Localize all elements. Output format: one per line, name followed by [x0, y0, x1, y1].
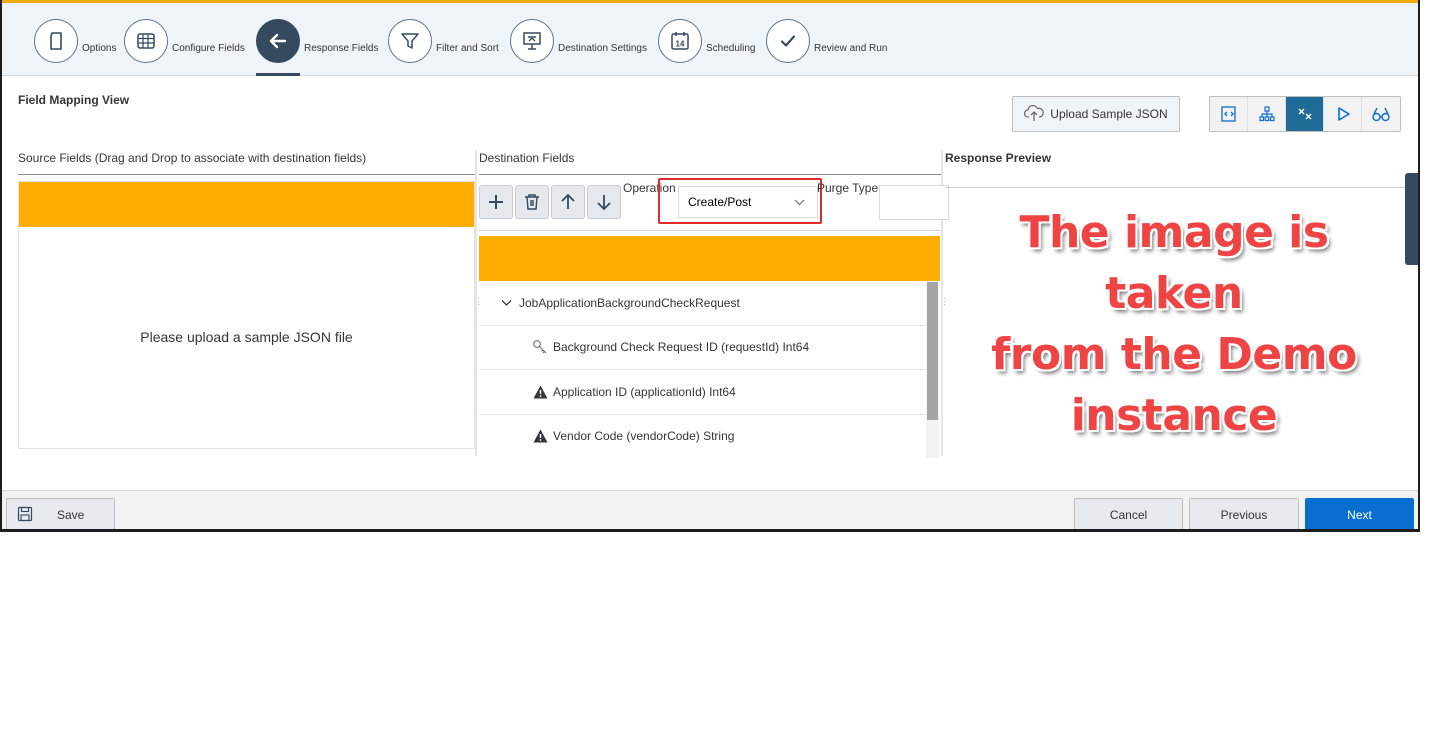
destination-header-divider [479, 174, 941, 175]
next-button[interactable]: Next [1305, 498, 1414, 529]
warning-icon [531, 429, 549, 443]
wizard-step-label: Options [82, 42, 117, 54]
upload-sample-json-button[interactable]: Upload Sample JSON [1012, 96, 1180, 132]
watermark-text: The image is taken from the Demo instanc… [946, 202, 1402, 446]
wizard-step-response-fields[interactable]: Response Fields [256, 16, 378, 66]
response-header-divider [945, 187, 1415, 188]
filter-icon [388, 19, 432, 63]
wizard-step-label: Review and Run [814, 42, 888, 54]
table-grid-icon [124, 19, 168, 63]
side-panel-tab[interactable] [1405, 173, 1418, 265]
destination-fields-header: Destination Fields [479, 151, 575, 165]
tree-node[interactable]: JobApplicationBackgroundCheckRequest [479, 281, 926, 326]
delete-icon[interactable] [515, 185, 549, 219]
chevron-down-icon[interactable] [497, 297, 515, 308]
checkmark-icon [766, 19, 810, 63]
wizard-step-scheduling[interactable]: 14 Scheduling [658, 16, 755, 66]
purge-type-select[interactable] [879, 185, 949, 220]
presentation-icon [510, 19, 554, 63]
active-step-indicator [256, 73, 300, 76]
source-fields-panel[interactable]: Please upload a sample JSON file [18, 181, 475, 449]
tree-node[interactable]: Background Check Request ID (requestId) … [479, 326, 926, 370]
cancel-button[interactable]: Cancel [1074, 498, 1183, 529]
save-icon [17, 506, 33, 525]
wizard-step-label: Response Fields [304, 42, 379, 54]
tree-node[interactable]: Vendor Code (vendorCode) String [479, 415, 926, 459]
toolbar-divider [479, 230, 941, 231]
source-fields-header: Source Fields (Drag and Drop to associat… [18, 151, 367, 165]
highlight-box [658, 178, 822, 224]
wizard-step-label: Scheduling [706, 42, 756, 54]
wizard-step-options[interactable]: Options [34, 16, 116, 66]
save-label: Save [57, 508, 85, 522]
wizard-step-label: Destination Settings [558, 42, 647, 54]
code-view-icon[interactable] [1210, 97, 1248, 131]
scrollbar-thumb[interactable] [927, 282, 938, 420]
move-up-icon[interactable] [551, 185, 585, 219]
tree-node-label: Vendor Code (vendorCode) String [553, 429, 735, 444]
run-icon[interactable] [1324, 97, 1362, 131]
calendar-icon: 14 [658, 19, 702, 63]
watermark-line: instance [1070, 390, 1278, 441]
document-icon [34, 19, 78, 63]
calendar-day: 14 [676, 40, 685, 49]
wizard-step-configure-fields[interactable]: Configure Fields [124, 16, 245, 66]
wizard-step-filter-sort[interactable]: Filter and Sort [388, 16, 499, 66]
view-mode-toggle [1209, 96, 1401, 132]
preview-icon[interactable] [1362, 97, 1400, 131]
response-preview-header: Response Preview [945, 151, 1052, 165]
tree-node[interactable]: Application ID (applicationId) Int64 [479, 370, 926, 415]
watermark-line: The image is taken [1019, 207, 1329, 319]
destination-fields-panel: JobApplicationBackgroundCheckRequest Bac… [479, 236, 940, 458]
destination-panel-header [479, 236, 940, 281]
move-down-icon[interactable] [587, 185, 621, 219]
wizard-bar: Options Configure Fields Response Fields… [2, 3, 1418, 76]
save-button[interactable]: Save [6, 498, 115, 529]
empty-state-message: Please upload a sample JSON file [140, 329, 353, 345]
arrow-left-icon [256, 19, 300, 63]
wizard-step-label: Filter and Sort [436, 42, 499, 54]
purge-type-label: Purge Type [817, 181, 879, 195]
tree-node-label: JobApplicationBackgroundCheckRequest [519, 295, 740, 310]
watermark-line: from the Demo [991, 329, 1357, 380]
page-title: Field Mapping View [18, 93, 130, 107]
mapping-icon[interactable] [1286, 97, 1324, 131]
footer-bar: Save Cancel Previous Next [2, 490, 1418, 529]
tree-node-label: Background Check Request ID (requestId) … [553, 340, 810, 355]
key-icon [531, 339, 549, 355]
source-panel-header [19, 182, 474, 227]
wizard-step-destination-settings[interactable]: Destination Settings [510, 16, 647, 66]
previous-button[interactable]: Previous [1189, 498, 1299, 529]
app-window: Options Configure Fields Response Fields… [0, 0, 1420, 532]
wizard-step-label: Configure Fields [172, 42, 245, 54]
hierarchy-icon[interactable] [1248, 97, 1286, 131]
tree-node-label: Application ID (applicationId) Int64 [553, 384, 736, 399]
upload-button-label: Upload Sample JSON [1050, 107, 1168, 121]
destination-toolbar [479, 185, 621, 219]
source-header-divider [18, 174, 475, 175]
cloud-upload-icon [1024, 104, 1045, 125]
add-icon[interactable] [479, 185, 513, 219]
warning-icon [531, 385, 549, 399]
wizard-step-review-run[interactable]: Review and Run [766, 16, 887, 66]
